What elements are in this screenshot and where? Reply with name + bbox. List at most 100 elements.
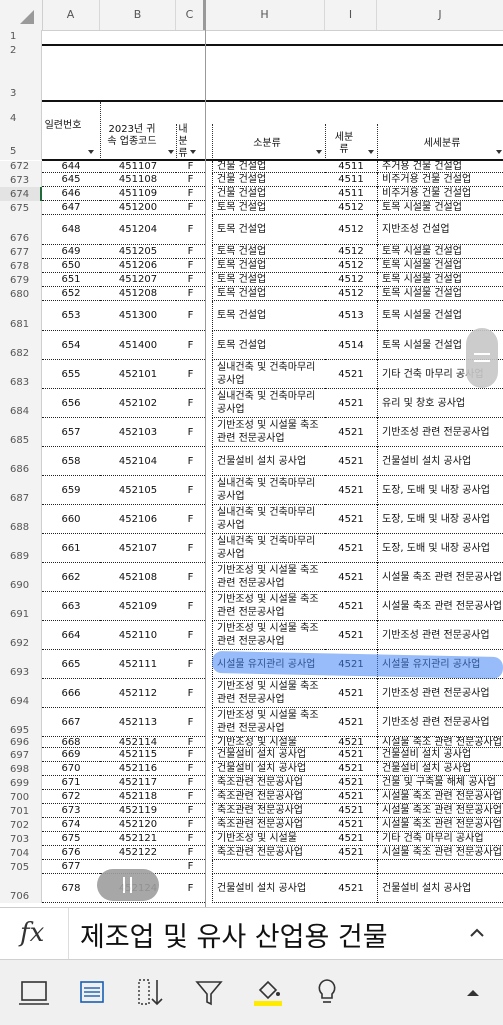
cell-i[interactable]: 4521	[325, 505, 377, 534]
cell-b[interactable]: 452112	[100, 679, 176, 708]
cell-c[interactable]: F	[176, 776, 205, 790]
cell-j[interactable]: 토목 시설물 건설업	[377, 201, 503, 215]
cell-b[interactable]: 452120	[100, 818, 176, 832]
cell-c[interactable]: F	[176, 476, 205, 505]
row-header[interactable]: 706	[0, 874, 42, 903]
cell-c[interactable]: F	[176, 846, 205, 860]
cell-c[interactable]: F	[176, 563, 205, 592]
cell-h[interactable]: 실내건축 및 건축마무리 공사업	[212, 389, 325, 418]
cell-b[interactable]: 451107	[100, 161, 176, 173]
cell-c[interactable]: F	[176, 360, 205, 389]
cell-a[interactable]: 668	[42, 737, 100, 748]
cell-j[interactable]: 시설물 축조 관련 전문공사업	[377, 846, 503, 860]
cell-h[interactable]	[212, 860, 325, 874]
cell-c[interactable]: F	[176, 173, 205, 187]
row-header[interactable]: 696	[0, 737, 42, 748]
cell-i[interactable]	[325, 860, 377, 874]
cell-i[interactable]: 4512	[325, 273, 377, 287]
column-header-i[interactable]: I	[325, 0, 377, 30]
filter-dropdown-icon[interactable]	[316, 150, 322, 154]
cell-i[interactable]: 4521	[325, 776, 377, 790]
cell-i[interactable]: 4521	[325, 708, 377, 737]
cell-b[interactable]: 452122	[100, 846, 176, 860]
cell-h[interactable]: 토목 건설업	[212, 301, 325, 331]
row-header[interactable]: 677	[0, 245, 42, 259]
cell-a[interactable]: 677	[42, 860, 100, 874]
row-header[interactable]: 675	[0, 201, 42, 215]
cell-c[interactable]: F	[176, 273, 205, 287]
row-header[interactable]: 3	[0, 58, 42, 102]
filter-dropdown-icon[interactable]	[496, 150, 502, 154]
cell-j[interactable]: 토목 시설물 건설업	[377, 245, 503, 259]
cell-i[interactable]: 4512	[325, 287, 377, 301]
cell-a[interactable]: 646	[42, 187, 100, 201]
cell-j[interactable]: 건물설비 설치 공사업	[377, 447, 503, 476]
cell-i[interactable]: 4511	[325, 187, 377, 201]
cell-i[interactable]: 4521	[325, 874, 377, 903]
column-header-j[interactable]: J	[377, 0, 503, 30]
cell-j[interactable]: 시설물 축조 관련 전문공사업	[377, 790, 503, 804]
cell-h[interactable]: 기반조성 및 시설물 축조관련 전문공사업	[212, 563, 325, 592]
cell-b[interactable]: 452116	[100, 762, 176, 776]
cell-c[interactable]: F	[176, 389, 205, 418]
cell-h[interactable]: 토목 건설업	[212, 215, 325, 245]
cell-a[interactable]: 655	[42, 360, 100, 389]
cell-i[interactable]: 4514	[325, 331, 377, 360]
row-header[interactable]: 684	[0, 389, 42, 418]
cell-j[interactable]: 시설물 축조 관련 전문공사업	[377, 818, 503, 832]
cell-h[interactable]: 기반조성 및 시설물 축조관련 전문공사업	[212, 592, 325, 621]
cell-c[interactable]: F	[176, 215, 205, 245]
row-header[interactable]: 705	[0, 860, 42, 874]
cell-j[interactable]: 지반조성 건설업	[377, 215, 503, 245]
cell-a[interactable]: 650	[42, 259, 100, 273]
filter-icon[interactable]	[191, 974, 227, 1010]
horizontal-scroll-handle[interactable]	[97, 869, 159, 901]
cell-c[interactable]: F	[176, 187, 205, 201]
row-header[interactable]: 700	[0, 790, 42, 804]
cell-c[interactable]: F	[176, 447, 205, 476]
cell-c[interactable]: F	[176, 621, 205, 650]
cell-b[interactable]: 451208	[100, 287, 176, 301]
cell-i[interactable]: 4521	[325, 790, 377, 804]
cell-h[interactable]: 기반조성 및 시설물	[212, 737, 325, 748]
column-header-c[interactable]: C	[176, 0, 205, 30]
cell-c[interactable]: F	[176, 505, 205, 534]
row-header[interactable]: 690	[0, 563, 42, 592]
cell-b[interactable]: 451206	[100, 259, 176, 273]
cell-a[interactable]: 673	[42, 804, 100, 818]
fx-button[interactable]: fx	[0, 908, 69, 960]
filter-dropdown-icon[interactable]	[168, 150, 174, 154]
cell-i[interactable]: 4521	[325, 832, 377, 846]
cell-a[interactable]: 674	[42, 818, 100, 832]
sort-icon[interactable]	[133, 974, 169, 1010]
cell-h[interactable]: 건물설비 설치 공사업	[212, 874, 325, 903]
row-header[interactable]: 698	[0, 762, 42, 776]
vertical-scroll-handle[interactable]	[466, 328, 498, 388]
column-header-b[interactable]: B	[100, 0, 176, 30]
cell-h[interactable]: 건물설비 설치 공사업	[212, 447, 325, 476]
row-header[interactable]: 678	[0, 259, 42, 273]
cell-c[interactable]: F	[176, 650, 205, 679]
cell-b[interactable]: 452121	[100, 832, 176, 846]
row-header[interactable]: 701	[0, 804, 42, 818]
cell-a[interactable]: 657	[42, 418, 100, 447]
cell-a[interactable]: 678	[42, 874, 100, 903]
cell-j[interactable]: 비주거용 건물 건설업	[377, 187, 503, 201]
cell-i[interactable]: 4521	[325, 447, 377, 476]
cell-b[interactable]: 452119	[100, 804, 176, 818]
cell-a[interactable]: 653	[42, 301, 100, 331]
row-header[interactable]: 699	[0, 776, 42, 790]
row-header[interactable]: 674	[0, 187, 42, 201]
row-header[interactable]: 685	[0, 418, 42, 447]
cell-b[interactable]: 452103	[100, 418, 176, 447]
cell-j[interactable]: 시설물 축조 관련 전문공사업	[377, 804, 503, 818]
cell-h[interactable]: 건물설비 설치 공사업	[212, 762, 325, 776]
column-header-a[interactable]: A	[42, 0, 100, 30]
cell-c[interactable]: F	[176, 259, 205, 273]
cell-h[interactable]: 기반조성 및 시설물 축조관련 전문공사업	[212, 418, 325, 447]
cell-a[interactable]: 663	[42, 592, 100, 621]
row-header[interactable]: 694	[0, 679, 42, 708]
cell-h[interactable]: 기반조성 및 시설물 축조관련 전문공사업	[212, 708, 325, 737]
cell-i[interactable]: 4521	[325, 621, 377, 650]
cell-j[interactable]: 기타 건축 마무리 공사업	[377, 832, 503, 846]
